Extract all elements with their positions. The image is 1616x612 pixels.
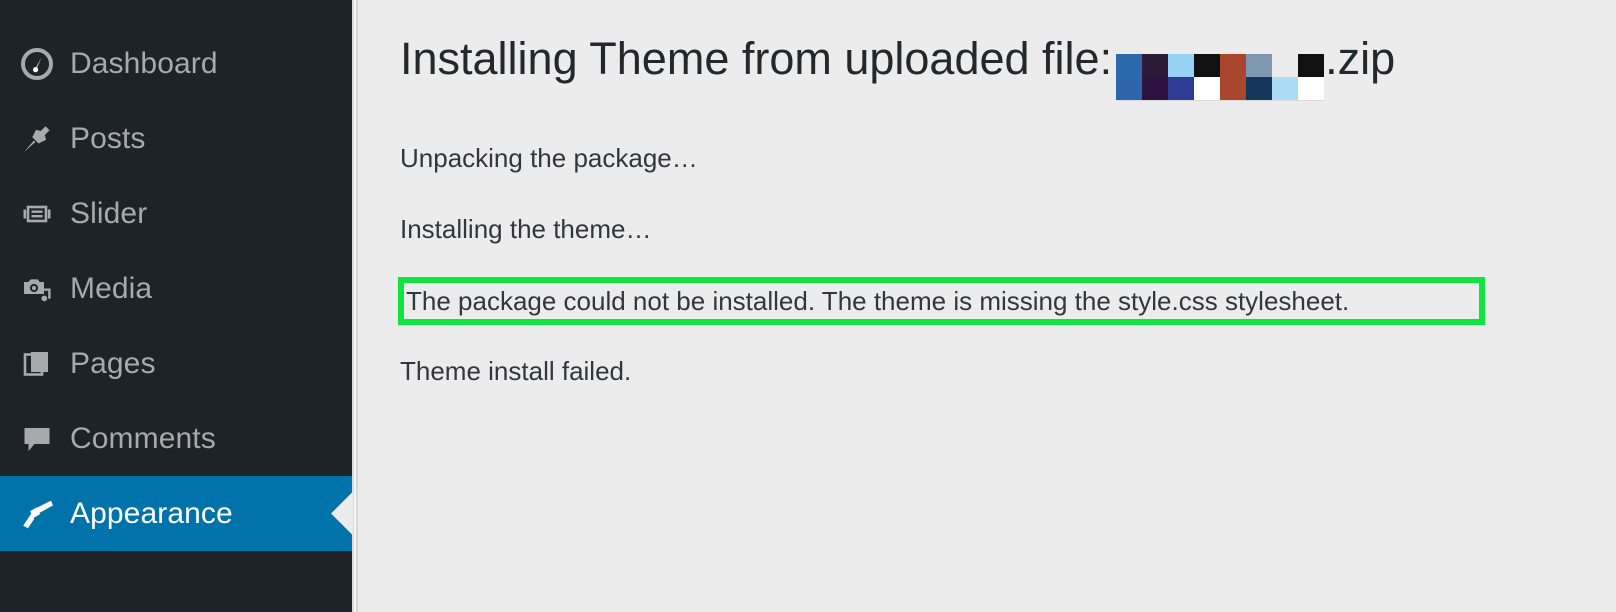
log-line-unpacking: Unpacking the package…: [400, 143, 698, 173]
mosaic-cell: [1220, 54, 1247, 77]
paintbrush-icon: [14, 491, 60, 537]
mosaic-cell: [1298, 77, 1325, 100]
mosaic-cell: [1272, 77, 1299, 100]
sidebar-item-label: Pages: [70, 346, 156, 380]
mosaic-cell: [1272, 54, 1299, 77]
mosaic-cell: [1298, 54, 1325, 77]
main-content: Installing Theme from uploaded file: .zi…: [358, 0, 1616, 612]
sidebar-item-comments[interactable]: Comments: [0, 401, 352, 476]
mosaic-cell: [1168, 77, 1195, 100]
mosaic-cell: [1220, 77, 1247, 100]
sidebar-item-label: Posts: [70, 121, 146, 155]
sidebar-item-posts[interactable]: Posts: [0, 101, 352, 176]
admin-sidebar: Dashboard Posts Slider Media Pages Comme…: [0, 0, 353, 612]
error-message-text: The package could not be installed. The …: [406, 286, 1350, 316]
sidebar-item-label: Slider: [70, 196, 148, 230]
camera-media-icon: [14, 266, 60, 312]
mosaic-cell: [1168, 54, 1195, 77]
comment-bubble-icon: [14, 416, 60, 462]
pin-icon: [14, 116, 60, 162]
mosaic-cell: [1246, 54, 1273, 77]
page-title: Installing Theme from uploaded file: .zi…: [400, 33, 1396, 100]
admin-page: Dashboard Posts Slider Media Pages Comme…: [0, 0, 1616, 612]
mosaic-cell: [1142, 54, 1169, 77]
error-message-inner: The package could not be installed. The …: [404, 283, 1479, 319]
dashboard-gauge-icon: [14, 41, 60, 87]
current-menu-arrow-icon: [331, 491, 353, 536]
sidebar-item-media[interactable]: Media: [0, 251, 352, 326]
pages-icon: [14, 341, 60, 387]
sidebar-item-label: Dashboard: [70, 46, 218, 80]
log-line-installing: Installing the theme…: [400, 214, 652, 244]
sidebar-item-label: Appearance: [70, 496, 233, 530]
sidebar-item-dashboard[interactable]: Dashboard: [0, 26, 352, 101]
log-line-failed: Theme install failed.: [400, 356, 632, 386]
mosaic-cell: [1194, 54, 1221, 77]
page-title-suffix: .zip: [1325, 33, 1396, 84]
sidebar-item-slider[interactable]: Slider: [0, 176, 352, 251]
sidebar-item-label: Comments: [70, 421, 216, 455]
sidebar-item-appearance[interactable]: Appearance: [0, 476, 353, 551]
mosaic-cell: [1116, 54, 1143, 77]
sidebar-item-label: Media: [70, 271, 153, 305]
sidebar-item-pages[interactable]: Pages: [0, 326, 352, 401]
page-title-prefix: Installing Theme from uploaded file:: [400, 33, 1113, 84]
mosaic-cell: [1246, 77, 1273, 100]
mosaic-cell: [1142, 77, 1169, 100]
mosaic-cell: [1194, 77, 1221, 100]
mosaic-cell: [1116, 77, 1143, 100]
redacted-filename-mosaic: [1116, 54, 1325, 100]
error-message-highlight: The package could not be installed. The …: [398, 277, 1485, 325]
slides-icon: [14, 191, 60, 237]
